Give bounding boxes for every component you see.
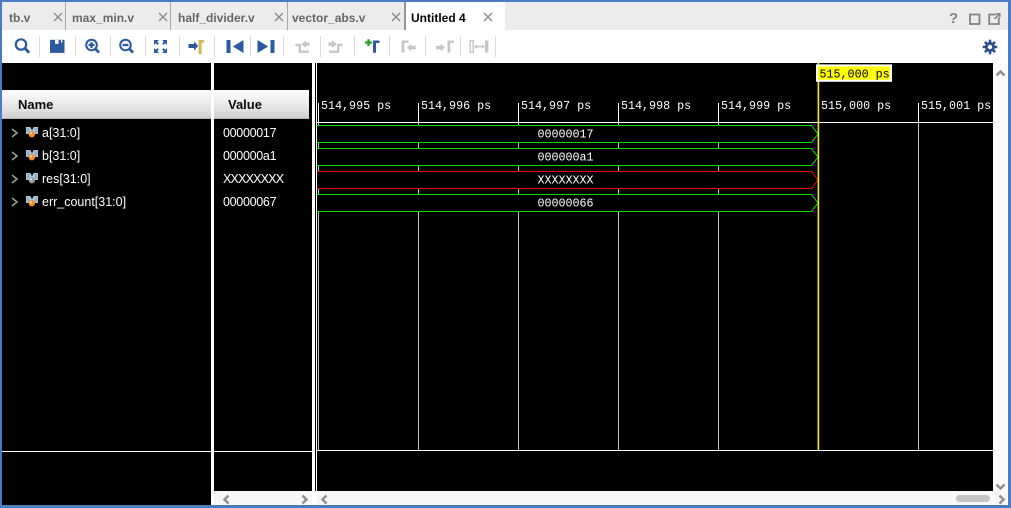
svg-text:515,000 ps: 515,000 ps xyxy=(820,68,890,82)
svg-text:514,997 ps: 514,997 ps xyxy=(521,99,591,113)
svg-text:00000066: 00000066 xyxy=(537,197,593,211)
svg-text:514,996 ps: 514,996 ps xyxy=(421,99,491,113)
svg-text:515,001 ps: 515,001 ps xyxy=(921,99,991,113)
svg-text:514,999 ps: 514,999 ps xyxy=(721,99,791,113)
svg-text:00000017: 00000017 xyxy=(537,128,593,142)
svg-text:514,995 ps: 514,995 ps xyxy=(321,99,391,113)
svg-text:514,998 ps: 514,998 ps xyxy=(621,99,691,113)
svg-text:000000a1: 000000a1 xyxy=(537,151,593,165)
svg-text:XXXXXXXX: XXXXXXXX xyxy=(537,174,593,188)
svg-text:515,000 ps: 515,000 ps xyxy=(821,99,891,113)
